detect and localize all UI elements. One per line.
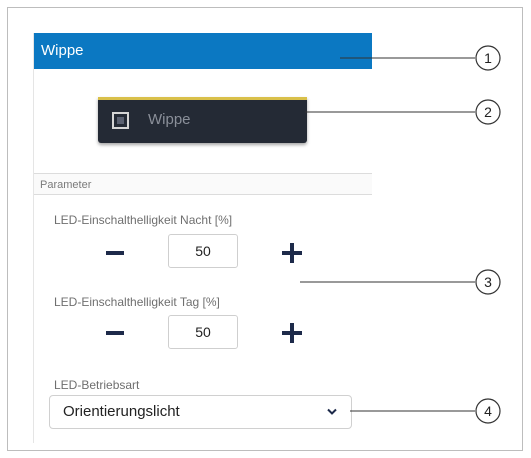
callout-number-4: 4 — [484, 403, 492, 419]
callout-number-1: 1 — [484, 50, 492, 66]
callout-lines — [300, 45, 501, 424]
callout-number-3: 3 — [484, 274, 492, 290]
callout-number-2: 2 — [484, 104, 492, 120]
